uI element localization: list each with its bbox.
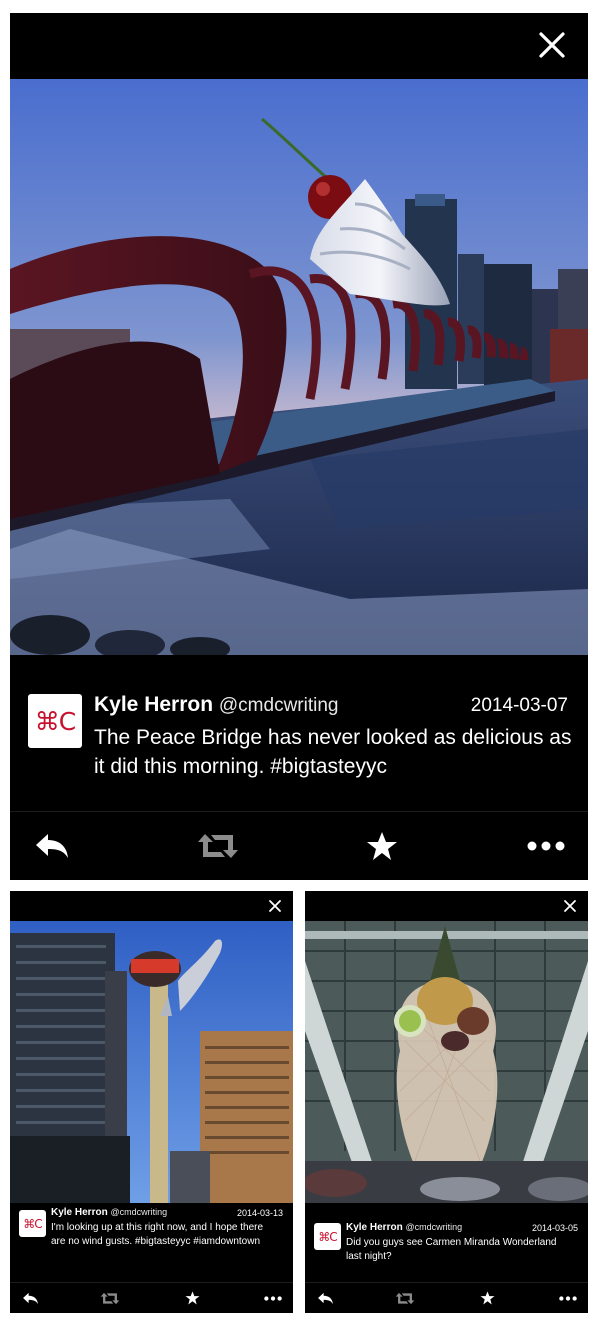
star-icon (480, 1291, 495, 1305)
left-tweet-card: ⌘C Kyle Herron @cmdcwriting 2014-03-13 I… (10, 891, 293, 1313)
author-line: Kyle Herron @cmdcwriting (51, 1207, 167, 1218)
left-photo (10, 921, 293, 1203)
author-line: Kyle Herron @cmdcwriting (94, 693, 338, 717)
tweet-text: The Peace Bridge has never looked as del… (94, 726, 572, 778)
main-tweet-card: ⌘C Kyle Herron @cmdcwriting 2014-03-07 T… (10, 13, 588, 880)
avatar[interactable]: ⌘C (28, 694, 82, 748)
reply-icon (22, 1292, 39, 1305)
more-button[interactable] (504, 812, 588, 880)
retweet-icon (395, 1292, 415, 1305)
reply-button[interactable] (10, 1283, 50, 1313)
more-icon (527, 841, 565, 851)
retweet-icon (197, 832, 239, 860)
avatar[interactable]: ⌘C (19, 1210, 46, 1237)
right-top-bar (305, 891, 588, 921)
left-top-bar (10, 891, 293, 921)
tweet-actions (10, 811, 588, 880)
tweet-text: Did you guys see Carmen Miranda Wonderla… (346, 1237, 557, 1262)
avatar[interactable]: ⌘C (314, 1223, 341, 1250)
star-icon (185, 1291, 200, 1305)
reply-icon (34, 832, 70, 860)
more-button[interactable] (548, 1283, 588, 1313)
tweet-date: 2014-03-07 (470, 695, 568, 716)
main-photo (10, 79, 588, 655)
author-handle[interactable]: @cmdcwriting (110, 1207, 167, 1217)
more-button[interactable] (253, 1283, 293, 1313)
more-icon (264, 1295, 282, 1301)
tweet-actions (10, 1282, 293, 1313)
retweet-button[interactable] (385, 1283, 425, 1313)
retweet-button[interactable] (176, 812, 260, 880)
reply-icon (317, 1292, 334, 1305)
right-tweet-card: ⌘C Kyle Herron @cmdcwriting 2014-03-05 D… (305, 891, 588, 1313)
close-icon[interactable] (268, 899, 282, 913)
favorite-button[interactable] (340, 812, 424, 880)
author-handle[interactable]: @cmdcwriting (405, 1222, 462, 1232)
author-handle[interactable]: @cmdcwriting (219, 695, 339, 716)
main-top-bar (10, 13, 588, 79)
author-name[interactable]: Kyle Herron (346, 1222, 403, 1233)
retweet-icon (100, 1292, 120, 1305)
reply-button[interactable] (305, 1283, 345, 1313)
author-name[interactable]: Kyle Herron (51, 1207, 108, 1218)
tweet-date: 2014-03-05 (531, 1223, 578, 1233)
star-icon (366, 831, 398, 861)
author-name[interactable]: Kyle Herron (94, 693, 213, 716)
tweet-text: I'm looking up at this right now, and I … (51, 1222, 264, 1247)
close-icon[interactable] (563, 899, 577, 913)
retweet-button[interactable] (90, 1283, 130, 1313)
right-photo (305, 921, 588, 1203)
reply-button[interactable] (10, 812, 94, 880)
tweet-actions (305, 1282, 588, 1313)
author-line: Kyle Herron @cmdcwriting (346, 1222, 462, 1233)
right-tweet: ⌘C Kyle Herron @cmdcwriting 2014-03-05 D… (305, 1203, 588, 1283)
more-icon (559, 1295, 577, 1301)
tweet-date: 2014-03-13 (236, 1208, 283, 1218)
close-icon[interactable] (538, 31, 566, 59)
main-tweet: ⌘C Kyle Herron @cmdcwriting 2014-03-07 T… (10, 655, 588, 811)
favorite-button[interactable] (467, 1283, 507, 1313)
left-tweet: ⌘C Kyle Herron @cmdcwriting 2014-03-13 I… (10, 1203, 293, 1283)
favorite-button[interactable] (172, 1283, 212, 1313)
